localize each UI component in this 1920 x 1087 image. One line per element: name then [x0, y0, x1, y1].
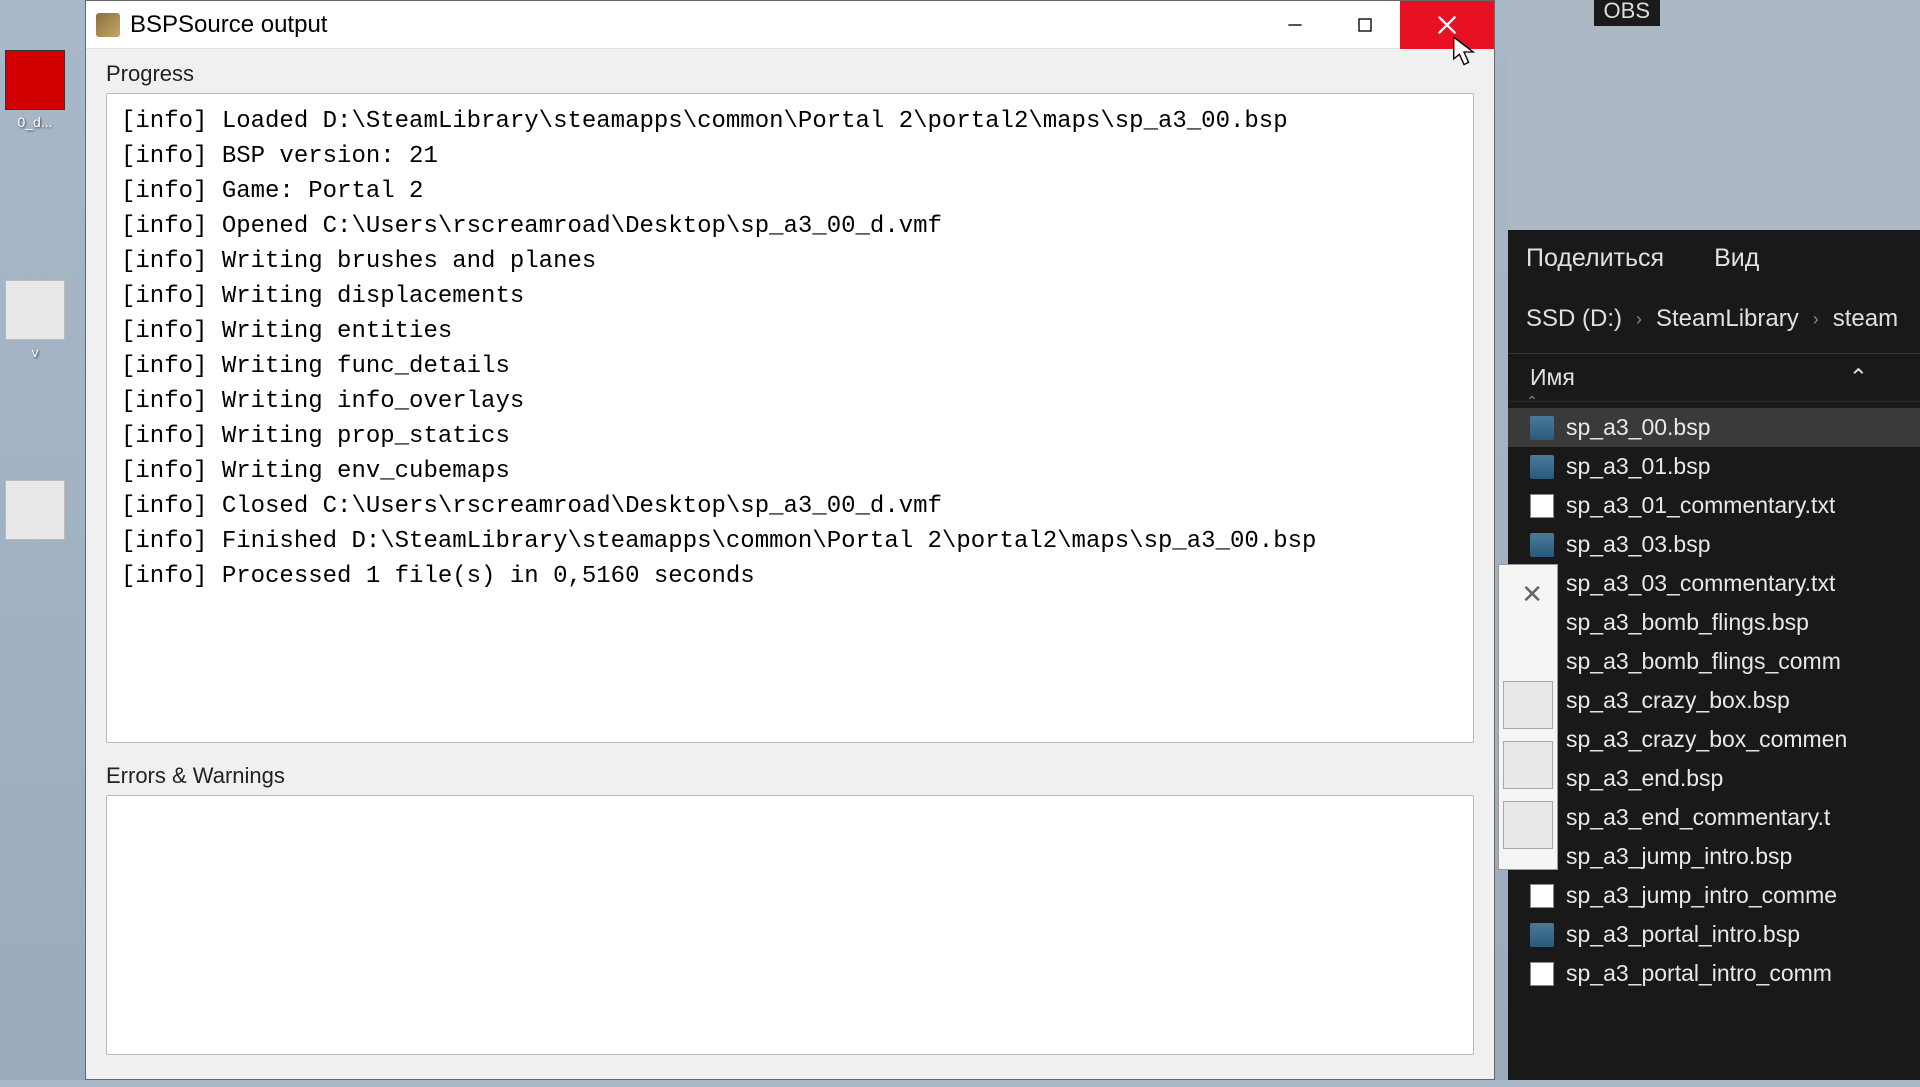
file-row[interactable]: sp_a3_03_commentary.txt — [1508, 564, 1920, 603]
file-name: sp_a3_end_commentary.t — [1566, 804, 1830, 831]
file-row[interactable]: sp_a3_end.bsp — [1508, 759, 1920, 798]
errors-log[interactable] — [106, 795, 1474, 1055]
maximize-icon — [1357, 17, 1373, 33]
window-controls — [1260, 1, 1494, 48]
explorer-window: Поделиться Вид SSD (D:) › SteamLibrary ›… — [1508, 0, 1920, 1080]
file-row[interactable]: sp_a3_01_commentary.txt — [1508, 486, 1920, 525]
desktop-icon-label: 0_d... — [0, 114, 70, 130]
sort-ascending-icon[interactable]: ⌃ — [1849, 364, 1868, 391]
bsp-file-icon — [1530, 416, 1554, 440]
progress-label: Progress — [106, 61, 1474, 87]
scroll-up-button[interactable]: ⌃ — [1518, 393, 1546, 415]
file-list-header[interactable]: Имя ⌃ — [1508, 354, 1920, 402]
txt-file-icon — [1530, 884, 1554, 908]
file-row[interactable]: sp_a3_portal_intro_comm — [1508, 954, 1920, 993]
breadcrumb-folder[interactable]: steam — [1833, 305, 1898, 333]
file-row[interactable]: sp_a3_jump_intro_comme — [1508, 876, 1920, 915]
errors-group: Errors & Warnings — [106, 763, 1474, 1055]
desktop-icon[interactable]: 0_d... — [0, 50, 70, 130]
file-name: sp_a3_03.bsp — [1566, 531, 1711, 558]
file-icon — [5, 480, 65, 540]
file-row[interactable]: sp_a3_portal_intro.bsp — [1508, 915, 1920, 954]
file-row[interactable]: sp_a3_00.bsp — [1508, 408, 1920, 447]
file-row[interactable]: sp_a3_crazy_box.bsp — [1508, 681, 1920, 720]
desktop-icon[interactable] — [0, 480, 70, 544]
close-icon[interactable]: ✕ — [1521, 579, 1543, 610]
explorer-toolbar: Поделиться Вид — [1508, 230, 1920, 287]
file-name: sp_a3_portal_intro.bsp — [1566, 921, 1800, 948]
chevron-right-icon: › — [1813, 309, 1819, 330]
toolbar-view[interactable]: Вид — [1714, 244, 1759, 273]
file-name: sp_a3_crazy_box_commen — [1566, 726, 1847, 753]
file-row[interactable]: sp_a3_bomb_flings_comm — [1508, 642, 1920, 681]
desktop-icon-label: v — [0, 344, 70, 360]
file-name: sp_a3_crazy_box.bsp — [1566, 687, 1790, 714]
vmf-file-icon — [5, 50, 65, 110]
txt-file-icon — [1530, 494, 1554, 518]
file-row[interactable]: sp_a3_03.bsp — [1508, 525, 1920, 564]
file-row[interactable]: sp_a3_crazy_box_commen — [1508, 720, 1920, 759]
bsp-file-icon — [1530, 455, 1554, 479]
window-body: Progress [info] Loaded D:\SteamLibrary\s… — [86, 49, 1494, 1087]
dialog-button[interactable] — [1503, 801, 1553, 849]
bspsource-output-window: BSPSource output Progress [info] Loaded … — [85, 0, 1495, 1080]
column-name-header[interactable]: Имя — [1530, 364, 1575, 391]
explorer-top-desktop-gap — [1508, 0, 1920, 230]
file-icon — [5, 280, 65, 340]
close-icon — [1437, 15, 1457, 35]
app-icon — [96, 13, 120, 37]
close-button[interactable] — [1400, 1, 1494, 49]
minimize-button[interactable] — [1260, 1, 1330, 49]
file-name: sp_a3_jump_intro_comme — [1566, 882, 1837, 909]
breadcrumb[interactable]: SSD (D:) › SteamLibrary › steam — [1508, 287, 1920, 354]
breadcrumb-folder[interactable]: SteamLibrary — [1656, 305, 1799, 333]
file-name: sp_a3_03_commentary.txt — [1566, 570, 1835, 597]
file-name: sp_a3_01.bsp — [1566, 453, 1711, 480]
progress-group: Progress [info] Loaded D:\SteamLibrary\s… — [106, 61, 1474, 743]
file-name: sp_a3_bomb_flings_comm — [1566, 648, 1841, 675]
file-row[interactable]: sp_a3_01.bsp — [1508, 447, 1920, 486]
maximize-button[interactable] — [1330, 1, 1400, 49]
background-dialog: ✕ — [1498, 564, 1558, 870]
file-name: sp_a3_jump_intro.bsp — [1566, 843, 1792, 870]
desktop-icon[interactable]: v — [0, 280, 70, 360]
dialog-button[interactable] — [1503, 681, 1553, 729]
file-name: sp_a3_00.bsp — [1566, 414, 1711, 441]
toolbar-share[interactable]: Поделиться — [1526, 244, 1664, 273]
file-name: sp_a3_bomb_flings.bsp — [1566, 609, 1809, 636]
obs-label: OBS — [1594, 0, 1660, 26]
bsp-file-icon — [1530, 533, 1554, 557]
bsp-file-icon — [1530, 923, 1554, 947]
errors-label: Errors & Warnings — [106, 763, 1474, 789]
file-name: sp_a3_portal_intro_comm — [1566, 960, 1832, 987]
file-list[interactable]: sp_a3_00.bsp sp_a3_01.bsp sp_a3_01_comment… — [1508, 402, 1920, 999]
file-name: sp_a3_01_commentary.txt — [1566, 492, 1835, 519]
txt-file-icon — [1530, 962, 1554, 986]
chevron-right-icon: › — [1636, 309, 1642, 330]
window-title: BSPSource output — [130, 11, 1260, 39]
file-row[interactable]: sp_a3_bomb_flings.bsp — [1508, 603, 1920, 642]
file-row[interactable]: sp_a3_jump_intro.bsp — [1508, 837, 1920, 876]
dialog-button[interactable] — [1503, 741, 1553, 789]
titlebar[interactable]: BSPSource output — [86, 1, 1494, 49]
progress-log[interactable]: [info] Loaded D:\SteamLibrary\steamapps\… — [106, 93, 1474, 743]
file-name: sp_a3_end.bsp — [1566, 765, 1723, 792]
file-row[interactable]: sp_a3_end_commentary.t — [1508, 798, 1920, 837]
breadcrumb-drive[interactable]: SSD (D:) — [1526, 305, 1622, 333]
minimize-icon — [1287, 17, 1303, 33]
